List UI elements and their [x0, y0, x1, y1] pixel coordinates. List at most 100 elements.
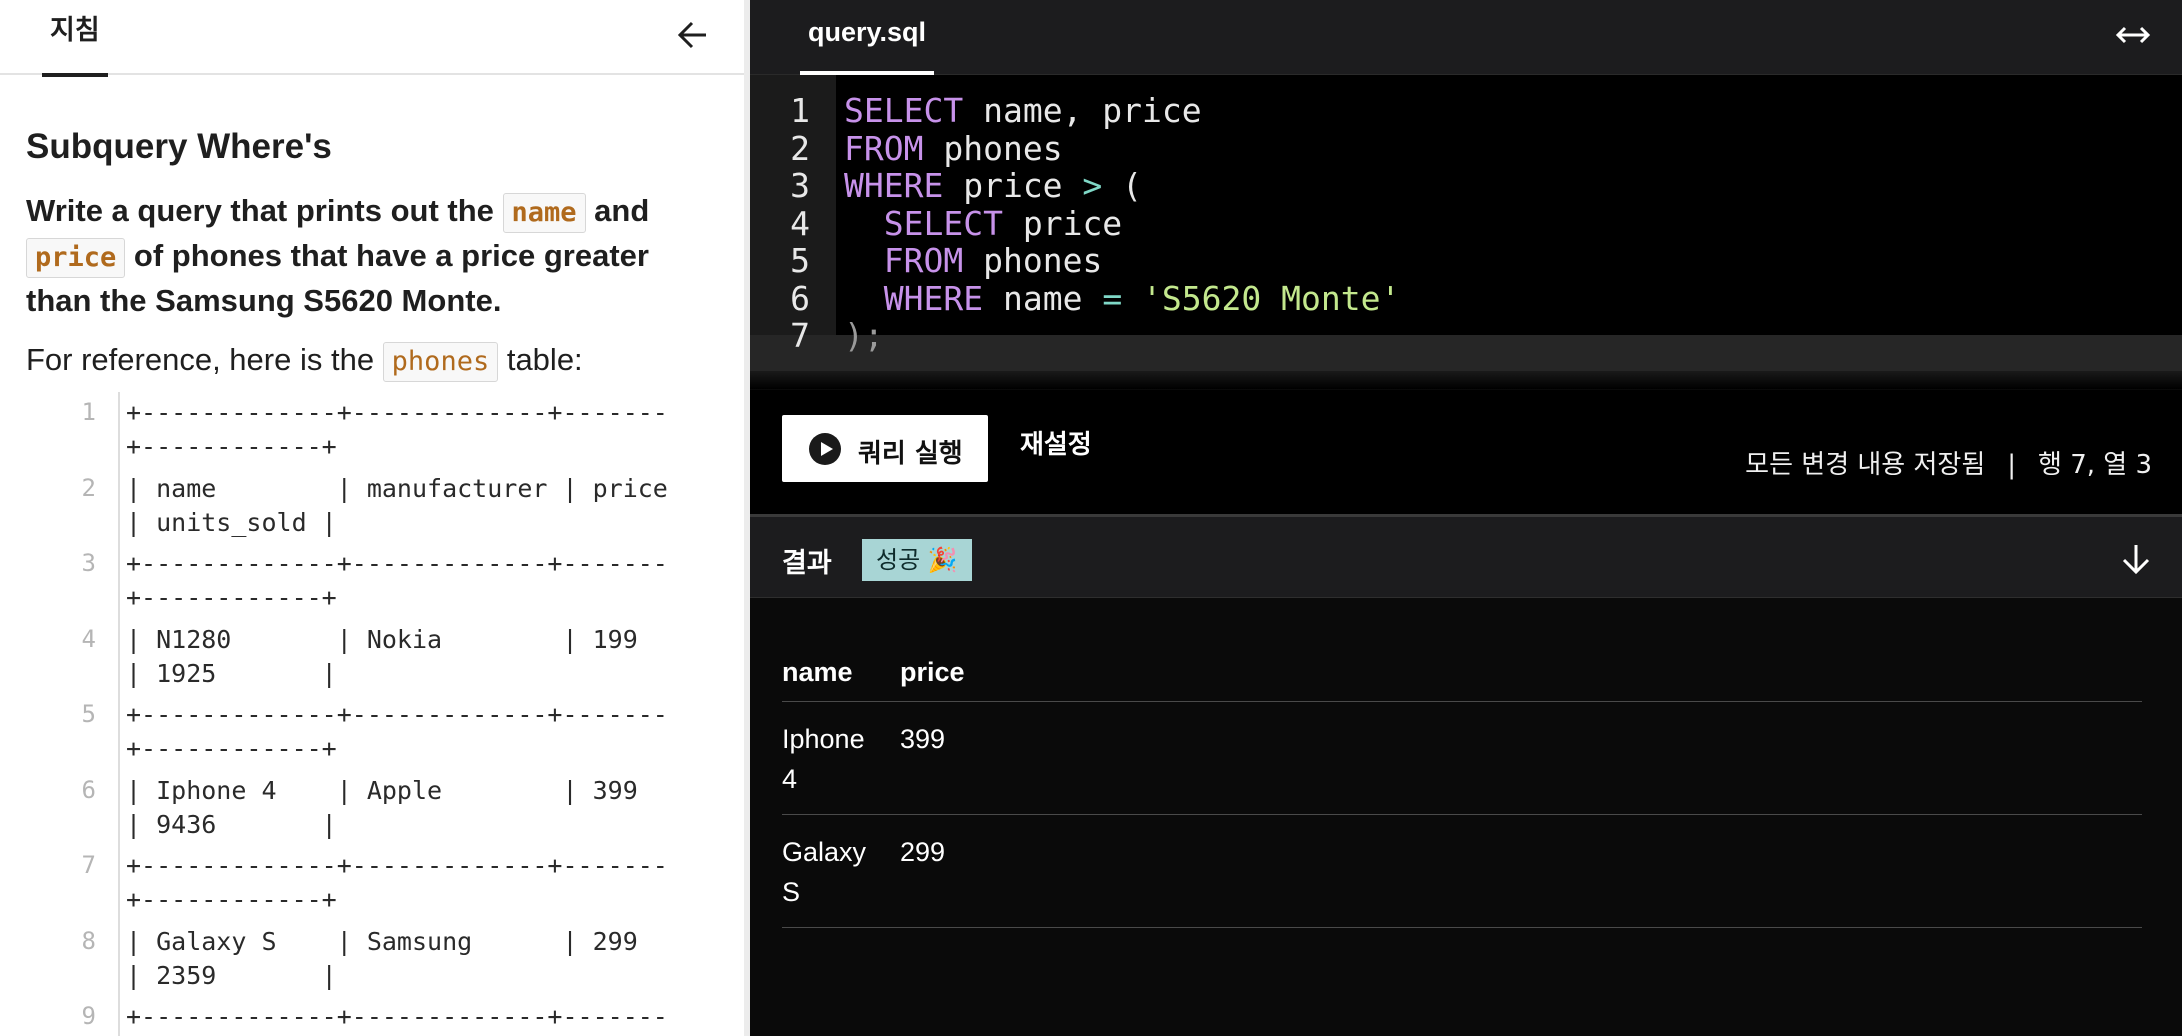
code-line[interactable]: 1 SELECT name, price — [750, 92, 2182, 130]
editor-controls: 쿼리 실행 재설정 모든 변경 내용 저장됨 | 행 7, 열 3 — [750, 390, 2182, 514]
reference-table-line: 5 +-------------+-------------+------- +-… — [60, 694, 720, 770]
code-line[interactable]: 2 FROM phones — [750, 128, 2182, 168]
line-number: 4 — [790, 203, 810, 243]
line-bar — [118, 392, 120, 468]
code-text: | N1280 | Nokia | 199 | 1925 | — [126, 624, 638, 688]
line-bar — [118, 769, 120, 845]
line-bar — [118, 920, 120, 996]
column-header: name — [782, 657, 853, 687]
line-number: 8 — [81, 926, 96, 955]
instructions-header: 지침 — [0, 0, 744, 77]
line-number: 6 — [790, 278, 810, 318]
expand-horizontal-icon[interactable] — [2112, 18, 2154, 52]
line-bar — [118, 467, 120, 543]
code-text[interactable]: SELECT name, price — [844, 92, 1202, 130]
tab-query-file[interactable]: query.sql — [800, 0, 935, 75]
results-header-row: name price — [782, 640, 2142, 702]
table-cell: Iphone 4 — [782, 724, 865, 794]
reference-table-line: 1 +-------------+-------------+------- +-… — [60, 392, 720, 468]
code-chip-name: name — [502, 193, 586, 233]
saved-status: 모든 변경 내용 저장됨 — [1745, 450, 1986, 480]
code-text[interactable]: WHERE name = 'S5620 Monte' — [844, 279, 1401, 318]
code-text: | Iphone 4 | Apple | 399 | 9436 | — [126, 775, 638, 839]
editor-header: query.sql — [750, 0, 2182, 75]
status-separator: | — [2007, 450, 2017, 480]
code-text: | name | manufacturer | price | units_so… — [126, 473, 668, 537]
reference-text: For reference, here is the phones table: — [26, 337, 716, 383]
line-number: 5 — [790, 241, 810, 280]
line-number: 7 — [81, 851, 96, 879]
code-line[interactable]: 5 FROM phones — [750, 242, 2182, 280]
reference-table-line: 7 +-------------+-------------+------- +-… — [60, 845, 720, 921]
code-line[interactable]: 4 SELECT price — [750, 203, 2182, 243]
line-bar — [118, 618, 120, 694]
code-text[interactable]: FROM phones — [844, 129, 1063, 168]
code-text: +-------------+-------------+------- +--… — [126, 549, 668, 612]
line-number: 1 — [790, 91, 810, 130]
reference-table-line: 3 +-------------+-------------+------- +-… — [60, 543, 720, 619]
line-bar — [118, 845, 120, 921]
run-query-button[interactable]: 쿼리 실행 — [782, 415, 988, 482]
results-header: 결과 성공 🎉 — [750, 514, 2182, 598]
reference-part: For reference, here is the — [26, 342, 383, 377]
editor-status: 모든 변경 내용 저장됨 | 행 7, 열 3 — [1745, 444, 2152, 481]
code-chip-phones: phones — [382, 342, 499, 382]
code-text: +-------------+-------------+------- +--… — [126, 700, 668, 763]
column-header: price — [900, 657, 965, 687]
line-bar — [118, 996, 120, 1036]
instruction-part: Write a query that prints out the — [26, 193, 503, 228]
exercise-title: Subquery Where's — [26, 127, 332, 166]
table-cell: Galaxy S — [782, 837, 867, 907]
table-row: Iphone 4 399 — [782, 702, 2142, 815]
code-text: +-------------+-------------+------- +--… — [126, 851, 668, 914]
line-number: 3 — [790, 166, 810, 205]
code-text[interactable]: WHERE price > ( — [844, 167, 1142, 205]
code-text: | Galaxy S | Samsung | 299 | 2359 | — [126, 926, 638, 990]
line-bar — [118, 543, 120, 619]
tab-instructions[interactable]: 지침 — [42, 0, 108, 77]
reset-button[interactable]: 재설정 — [1020, 424, 1092, 461]
reference-table-line: 4 | N1280 | Nokia | 199 | 1925 | — [60, 618, 720, 694]
line-number: 5 — [81, 700, 96, 728]
results-table: name price Iphone 4 399 Galaxy S 299 — [782, 640, 2142, 928]
line-number: 2 — [81, 473, 96, 502]
code-text[interactable]: SELECT price — [844, 204, 1122, 243]
line-number: 1 — [81, 398, 96, 426]
reference-table-line: 2 | name | manufacturer | price | units_s… — [60, 467, 720, 543]
instructions-content: Subquery Where's Write a query that prin… — [26, 118, 716, 383]
code-text[interactable]: ); — [844, 317, 884, 355]
code-editor[interactable]: 1 SELECT name, price 2 FROM phones 3 WHERE pr… — [750, 75, 2182, 389]
instructions-panel: 지침 Subquery Where's Write a query that p… — [0, 0, 744, 1036]
line-number: 4 — [81, 624, 96, 653]
code-text[interactable]: FROM phones — [844, 242, 1103, 280]
arrow-down-icon[interactable] — [2116, 539, 2156, 579]
line-number: 2 — [790, 128, 810, 168]
code-line[interactable]: 6 WHERE name = 'S5620 Monte' — [750, 278, 2182, 318]
play-icon — [809, 433, 841, 465]
table-row: Galaxy S 299 — [782, 815, 2142, 928]
code-text: +-------------+-------------+------- +--… — [126, 398, 668, 461]
reference-table-line: 9 +-------------+-------------+------- — [60, 996, 720, 1036]
results-title: 결과 — [782, 548, 832, 579]
line-number: 7 — [790, 316, 810, 355]
active-line-shadow — [750, 371, 2182, 389]
cursor-position: 행 7, 열 3 — [2038, 450, 2152, 480]
line-bar — [118, 694, 120, 770]
editor-panel: query.sql 1 SELECT name, price 2 FROM phone… — [750, 0, 2182, 1036]
arrow-left-icon[interactable] — [672, 14, 714, 56]
reference-table: 1 +-------------+-------------+------- +-… — [60, 392, 720, 1036]
reference-table-line: 6 | Iphone 4 | Apple | 399 | 9436 | — [60, 769, 720, 845]
instruction-text: Write a query that prints out the name a… — [26, 188, 716, 323]
line-number: 6 — [81, 775, 96, 804]
table-cell: 399 — [900, 724, 946, 754]
code-line[interactable]: 3 WHERE price > ( — [750, 167, 2182, 205]
run-query-label: 쿼리 실행 — [858, 439, 963, 469]
table-cell: 299 — [900, 837, 946, 867]
code-text: +-------------+-------------+------- — [126, 1002, 668, 1031]
reference-table-line: 8 | Galaxy S | Samsung | 299 | 2359 | — [60, 920, 720, 996]
line-number: 3 — [81, 549, 96, 577]
reference-part: table: — [498, 342, 583, 377]
code-chip-price: price — [26, 238, 126, 278]
instruction-part: and — [585, 193, 650, 228]
code-line[interactable]: 7); — [750, 317, 2182, 355]
